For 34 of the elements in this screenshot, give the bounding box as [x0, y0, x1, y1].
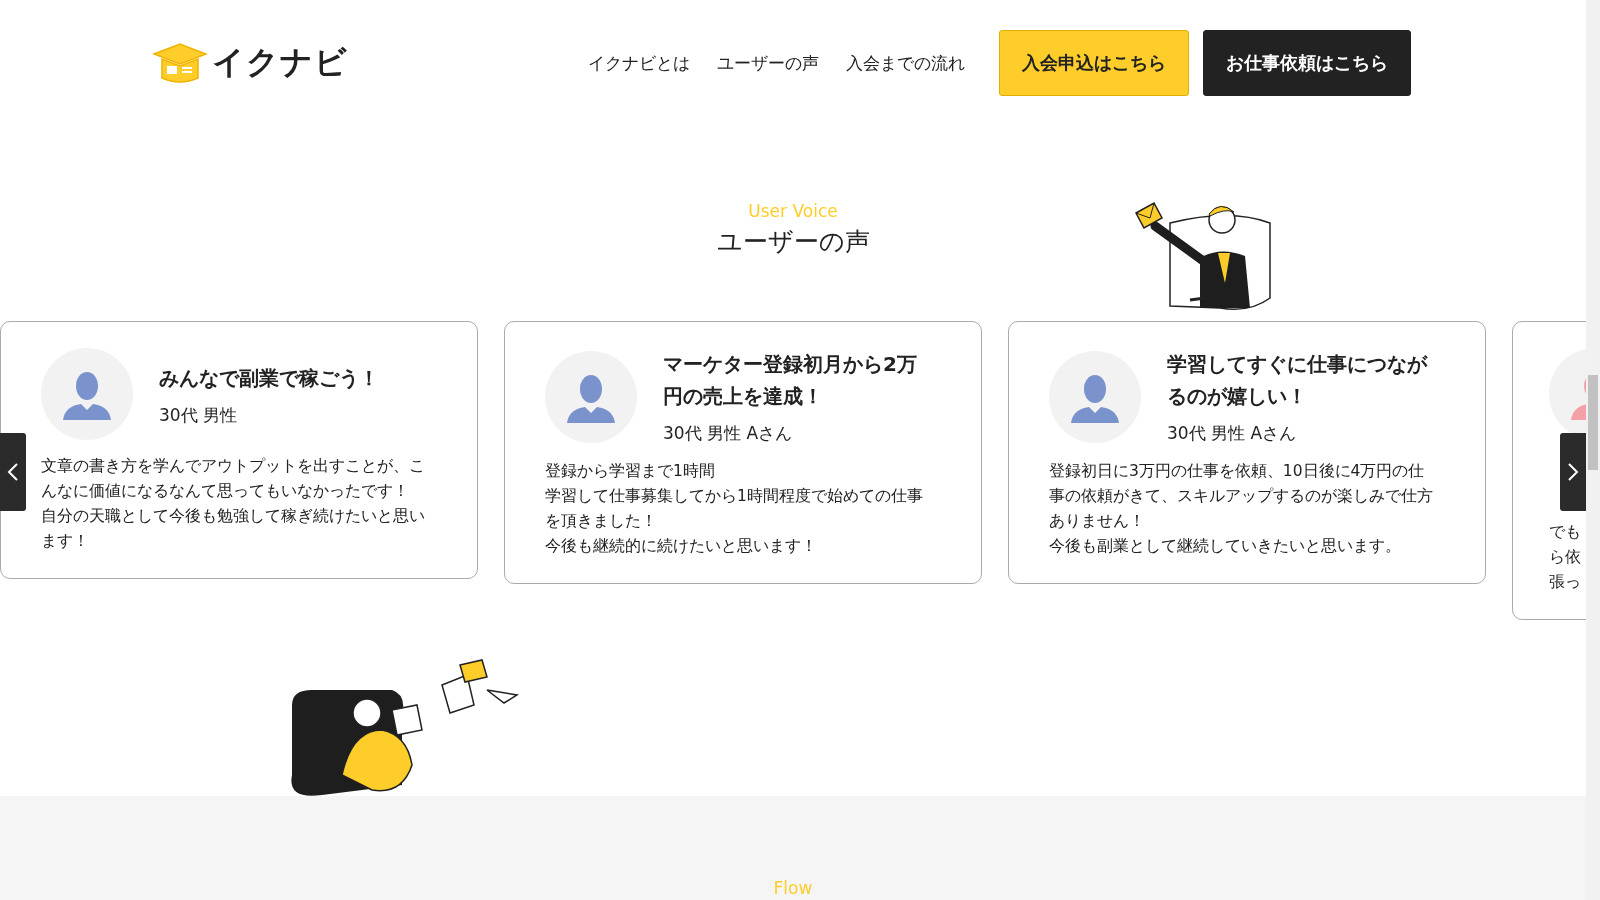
nav-link[interactable]: 入会までの流れ: [846, 51, 965, 75]
testimonial-text: でも: [1549, 522, 1582, 543]
testimonial-title: マーケター登録初月から2万円の売上を達成！: [663, 351, 918, 410]
nav-link[interactable]: ユーザーの声: [717, 51, 819, 75]
testimonial-text: 登録から学習まで1時間: [545, 461, 716, 482]
testimonial-text: 文章の書き方を学んでアウトプットを出すことが、こんなに価値になるなんて思ってもいなかったです！: [41, 456, 426, 502]
testimonial-meta: 30代 男性: [159, 403, 239, 427]
avatar-icon: [1049, 350, 1141, 443]
testimonial-text: 登録初日に3万円の仕事を依頼、10日後に4万円の仕事の依頼がきて、スキルアップするのが楽しみで仕方ありません！: [1049, 461, 1434, 532]
logo-text[interactable]: イクナビ: [212, 41, 348, 85]
testimonial-text: 自分の天職として今後も勉強して稼ぎ続けたいと思います！: [41, 506, 426, 552]
testimonial-title: 学習してすぐに仕事につながるのが嬉しい！: [1167, 351, 1429, 410]
scrollbar[interactable]: [1586, 0, 1600, 900]
testimonial-meta: 30代 男性 Aさん: [1167, 422, 1298, 445]
testimonial-title: みんなで副業で稼ごう！: [159, 364, 380, 392]
cta-button[interactable]: お仕事依頼はこちら: [1203, 30, 1411, 96]
chevron-left-icon: [7, 462, 19, 482]
testimonial-text: ら依: [1549, 547, 1582, 568]
section-eyebrow: Flow: [772, 878, 814, 898]
graduation-cap-icon: [152, 42, 208, 84]
previous-button[interactable]: [0, 433, 26, 511]
nav-link[interactable]: イクナビとは: [588, 51, 690, 75]
testimonial-text: 今後も継続的に続けたいと思います！: [545, 536, 818, 557]
next-button[interactable]: [1560, 433, 1586, 511]
testimonial-meta: 30代 男性 Aさん: [663, 422, 794, 445]
testimonial-text: 張っ: [1549, 572, 1582, 593]
testimonial-text: 今後も副業として継続していきたいと思います。: [1049, 536, 1402, 557]
section-title: ユーザーの声: [715, 226, 871, 258]
avatar-icon: [545, 350, 637, 443]
cta-button[interactable]: 入会申込はこちら: [999, 30, 1189, 96]
chevron-right-icon: [1567, 462, 1579, 482]
testimonial-text: 学習して仕事募集してから1時間程度で始めての仕事を頂きました！: [545, 486, 924, 532]
avatar-icon: [41, 348, 133, 440]
section-eyebrow: User Voice: [747, 201, 839, 221]
